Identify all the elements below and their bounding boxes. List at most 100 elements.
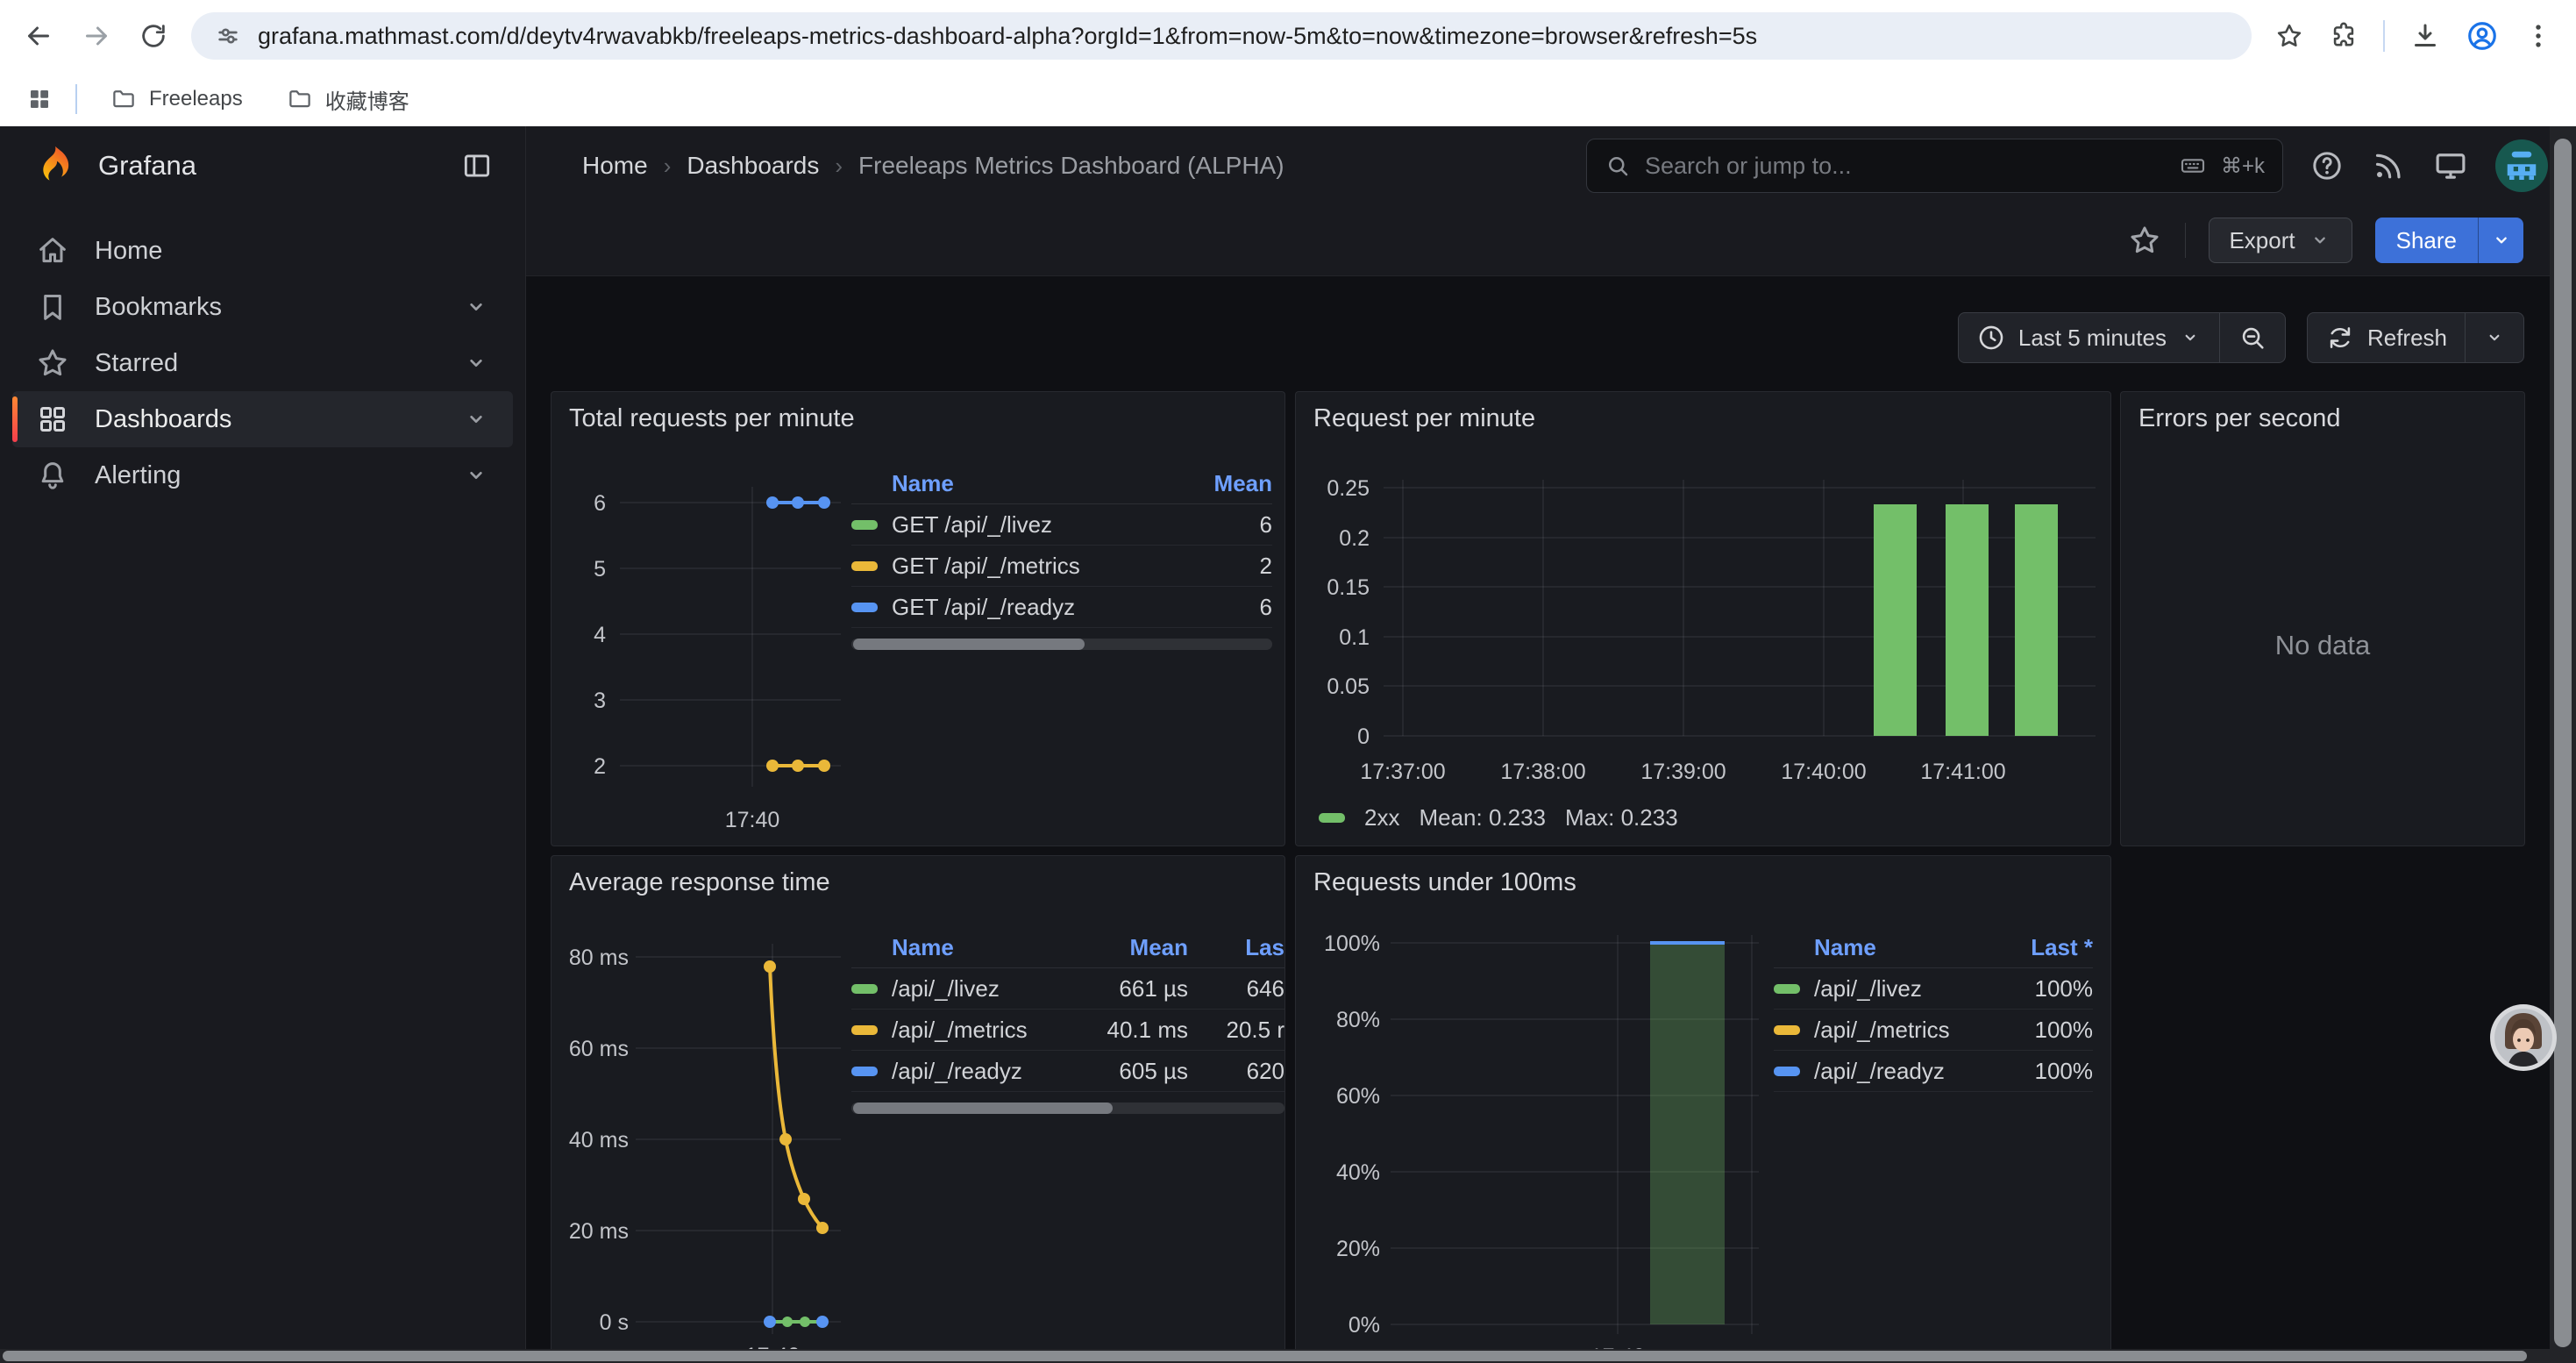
forward-icon[interactable] (81, 20, 112, 52)
share-button[interactable]: Share (2375, 218, 2478, 263)
horizontal-scrollbar[interactable] (0, 1349, 2550, 1363)
breadcrumb-current: Freeleaps Metrics Dashboard (ALPHA) (858, 152, 1284, 180)
legend-col-mean[interactable]: Mean (1074, 934, 1188, 961)
scrollbar-corner (2550, 1349, 2576, 1363)
url-input[interactable] (258, 23, 2229, 50)
svg-text:0.2: 0.2 (1339, 526, 1370, 551)
panel-title[interactable]: Errors per second (2138, 404, 2341, 433)
bookmark-label: Freeleaps (149, 87, 243, 111)
menu-dots-icon[interactable] (2523, 21, 2553, 51)
legend-col-last[interactable]: Last * (1979, 934, 2093, 961)
svg-text:17:38:00: 17:38:00 (1500, 760, 1585, 784)
site-info-icon[interactable] (214, 22, 242, 50)
export-button[interactable]: Export (2209, 218, 2352, 263)
share-dropdown-button[interactable] (2478, 218, 2523, 263)
home-icon (35, 233, 70, 268)
bookmark-folder-blogs[interactable]: 收藏博客 (276, 79, 420, 120)
refresh-interval-dropdown[interactable] (2465, 313, 2523, 362)
panel-requests-under-100ms[interactable]: Requests under 100ms 100% 80% 60% 40% (1295, 855, 2111, 1363)
rss-icon[interactable] (2371, 148, 2406, 183)
share-button-group: Share (2375, 218, 2523, 263)
zoom-out-icon (2238, 323, 2267, 353)
sidebar-item-bookmarks[interactable]: Bookmarks (12, 279, 513, 335)
zoom-out-button[interactable] (2219, 313, 2285, 362)
screen: Freeleaps 收藏博客 Grafana (0, 0, 2576, 1363)
chevron-down-icon[interactable] (462, 405, 490, 433)
floating-assistant-avatar[interactable] (2488, 1003, 2558, 1073)
svg-text:60 ms: 60 ms (569, 1037, 629, 1061)
refresh-button[interactable]: Refresh (2308, 313, 2465, 362)
svg-text:0%: 0% (1348, 1313, 1380, 1338)
search-input[interactable] (1645, 153, 2165, 180)
legend-col-mean[interactable]: Mean (1158, 470, 1272, 497)
breadcrumb-home[interactable]: Home (582, 152, 648, 180)
svg-text:17:40:00: 17:40:00 (1781, 760, 1866, 784)
sidebar-item-label: Home (95, 237, 162, 266)
sidebar-item-dashboards[interactable]: Dashboards (12, 391, 513, 447)
search-box[interactable]: ⌘+k (1586, 139, 2283, 193)
apps-grid-icon[interactable] (26, 86, 53, 112)
panel-total-requests[interactable]: Total requests per minute 6 5 4 3 2 17: (551, 391, 1285, 846)
panel-request-per-minute[interactable]: Request per minute 0.25 (1295, 391, 2111, 846)
extensions-icon[interactable] (2329, 21, 2359, 51)
chevron-down-icon[interactable] (462, 461, 490, 489)
svg-text:4: 4 (594, 623, 606, 647)
legend-row[interactable]: /api/_/livez 100% (1774, 968, 2093, 1010)
legend-row[interactable]: GET /api/_/readyz 6 (851, 587, 1272, 628)
legend-row[interactable]: GET /api/_/metrics 2 (851, 546, 1272, 587)
legend-row[interactable]: /api/_/readyz 100% (1774, 1051, 2093, 1092)
main: Home › Dashboards › Freeleaps Metrics Da… (526, 126, 2576, 1363)
time-range-picker[interactable]: Last 5 minutes (1959, 313, 2219, 362)
breadcrumb-dashboards[interactable]: Dashboards (687, 152, 819, 180)
chart-legend[interactable]: 2xx Mean: 0.233 Max: 0.233 (1319, 804, 1678, 831)
panel-average-response-time[interactable]: Average response time 80 ms 60 ms 40 ms … (551, 855, 1285, 1363)
share-label: Share (2396, 227, 2457, 254)
grafana-logo-icon[interactable] (32, 141, 77, 190)
legend-row[interactable]: /api/_/metrics 40.1 ms 20.5 r (851, 1010, 1284, 1051)
sidebar-item-label: Alerting (95, 461, 181, 490)
sidebar-item-label: Dashboards (95, 405, 231, 434)
legend-scrollbar[interactable] (851, 639, 1272, 650)
chevron-down-icon (2179, 326, 2202, 349)
reload-icon[interactable] (139, 21, 168, 51)
legend-col-name[interactable]: Name (892, 934, 954, 961)
svg-text:40%: 40% (1336, 1160, 1380, 1185)
favorite-star-icon[interactable] (2127, 223, 2162, 258)
help-icon[interactable] (2309, 148, 2345, 183)
vertical-scrollbar-thumb[interactable] (2554, 139, 2572, 1347)
sidebar-item-label: Bookmarks (95, 293, 222, 322)
profile-icon[interactable] (2466, 19, 2499, 53)
monitor-icon[interactable] (2432, 147, 2469, 184)
legend-col-name[interactable]: Name (892, 470, 954, 497)
panel-errors-per-second[interactable]: Errors per second No data (2120, 391, 2525, 846)
back-icon[interactable] (23, 20, 54, 52)
legend-row[interactable]: /api/_/livez 661 µs 646 (851, 968, 1284, 1010)
chevron-down-icon[interactable] (462, 293, 490, 321)
downloads-icon[interactable] (2409, 20, 2441, 52)
svg-text:0.05: 0.05 (1327, 674, 1370, 699)
user-avatar[interactable] (2495, 139, 2548, 192)
legend-row[interactable]: GET /api/_/livez 6 (851, 504, 1272, 546)
svg-text:6: 6 (594, 491, 606, 516)
svg-text:0.1: 0.1 (1339, 625, 1370, 650)
horizontal-scrollbar-thumb[interactable] (3, 1351, 2527, 1361)
legend-col-last[interactable]: Las (1188, 934, 1284, 961)
chevron-down-icon[interactable] (462, 349, 490, 377)
bookmark-folder-freeleaps[interactable]: Freeleaps (100, 81, 253, 118)
legend-col-name[interactable]: Name (1814, 934, 1876, 961)
bookmark-star-icon[interactable] (2274, 21, 2304, 51)
sidebar-toggle-icon[interactable] (460, 149, 494, 182)
svg-text:2: 2 (594, 754, 606, 779)
sidebar-item-starred[interactable]: Starred (12, 335, 513, 391)
svg-text:3: 3 (594, 689, 606, 713)
legend-row[interactable]: /api/_/metrics 100% (1774, 1010, 2093, 1051)
legend-row[interactable]: /api/_/readyz 605 µs 620 (851, 1051, 1284, 1092)
url-bar[interactable] (191, 12, 2252, 60)
vertical-scrollbar[interactable] (2550, 126, 2576, 1349)
keyboard-icon (2179, 152, 2207, 180)
legend-scrollbar[interactable] (851, 1103, 1284, 1114)
toolbar-divider (2185, 223, 2186, 258)
bookmark-icon (35, 289, 70, 325)
sidebar-item-alerting[interactable]: Alerting (12, 447, 513, 503)
sidebar-item-home[interactable]: Home (12, 223, 513, 279)
